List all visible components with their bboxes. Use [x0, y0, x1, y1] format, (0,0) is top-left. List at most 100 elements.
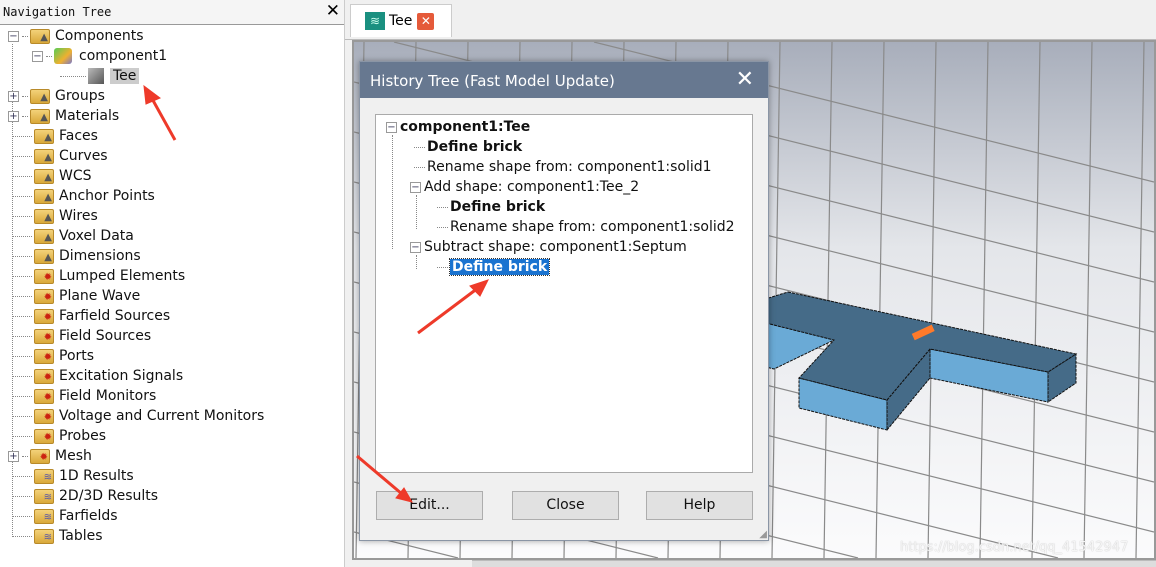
- nav-item-label: component1: [79, 48, 168, 64]
- bottom-scrollbar[interactable]: [472, 560, 1156, 567]
- nav-item-anchor-points[interactable]: ▲ Anchor Points: [8, 186, 155, 206]
- nav-item-label: 2D/3D Results: [59, 488, 159, 504]
- history-item[interactable]: Rename shape from: component1:solid2: [433, 217, 735, 237]
- history-item-label: Subtract shape: component1:Septum: [424, 239, 687, 255]
- nav-item-label: 1D Results: [59, 468, 134, 484]
- navigation-tree-panel: Navigation Tree ✕ − ▲ Components − component…: [0, 0, 345, 567]
- resize-grip-icon[interactable]: ◢: [759, 529, 767, 540]
- nav-item-2d-3d-results[interactable]: ≋ 2D/3D Results: [8, 486, 158, 506]
- nav-item-ports[interactable]: ✹ Ports: [8, 346, 94, 366]
- folder-gear-icon: ✹: [34, 368, 54, 384]
- dialog-titlebar: History Tree (Fast Model Update) ✕: [360, 62, 768, 98]
- nav-item-dimensions[interactable]: ▲ Dimensions: [8, 246, 141, 266]
- expand-toggle[interactable]: +: [8, 90, 19, 102]
- grid-line: [1031, 42, 1041, 558]
- nav-item-materials[interactable]: + ▲ Materials: [8, 106, 119, 126]
- history-item[interactable]: − component1:Tee: [386, 117, 530, 137]
- expand-toggle[interactable]: +: [8, 450, 19, 462]
- nav-item-label: Groups: [55, 88, 105, 104]
- tab-label: Tee: [389, 13, 413, 29]
- component-icon: [54, 48, 72, 64]
- wave-icon: ≋: [365, 12, 385, 30]
- nav-item-label: Voltage and Current Monitors: [59, 408, 265, 424]
- folder-gear-icon: ✹: [34, 428, 54, 444]
- nav-item-label: Probes: [59, 428, 107, 444]
- nav-item-label: Field Monitors: [59, 388, 157, 404]
- folder-cone-icon: ▲: [30, 28, 50, 44]
- history-item-label: Rename shape from: component1:solid2: [450, 219, 735, 235]
- nav-item-plane-wave[interactable]: ✹ Plane Wave: [8, 286, 140, 306]
- history-item-label: Define brick: [450, 199, 546, 215]
- nav-item-label: Tables: [59, 528, 103, 544]
- grid-line: [927, 42, 937, 558]
- history-item-label: Add shape: component1:Tee_2: [424, 179, 640, 195]
- close-icon[interactable]: ✕: [326, 1, 340, 21]
- navigation-tree-header: Navigation Tree ✕: [0, 0, 344, 25]
- collapse-toggle[interactable]: −: [8, 30, 19, 42]
- history-item[interactable]: − Add shape: component1:Tee_2: [410, 177, 639, 197]
- nav-item-label: Voxel Data: [59, 228, 134, 244]
- nav-item-groups[interactable]: + ▲ Groups: [8, 86, 105, 106]
- history-item[interactable]: Define brick: [410, 137, 522, 157]
- nav-item-tables[interactable]: ≋ Tables: [8, 526, 103, 546]
- close-icon[interactable]: ✕: [736, 67, 754, 92]
- nav-item-label: Anchor Points: [59, 188, 155, 204]
- nav-item-voxel-data[interactable]: ▲ Voxel Data: [8, 226, 134, 246]
- history-item[interactable]: − Subtract shape: component1:Septum: [410, 237, 687, 257]
- folder-gear-icon: ✹: [30, 448, 50, 464]
- folder-cone-icon: ▲: [34, 208, 54, 224]
- close-icon[interactable]: ✕: [417, 12, 435, 30]
- history-item[interactable]: Rename shape from: component1:solid1: [410, 157, 712, 177]
- nav-item-label: Faces: [59, 128, 98, 144]
- collapse-toggle[interactable]: −: [410, 181, 421, 193]
- nav-item-component1[interactable]: − component1: [32, 46, 167, 66]
- nav-item-lumped-elements[interactable]: ✹ Lumped Elements: [8, 266, 185, 286]
- nav-item-wcs[interactable]: ▲ WCS: [8, 166, 92, 186]
- folder-gear-icon: ✹: [34, 408, 54, 424]
- history-item-label: Rename shape from: component1:solid1: [427, 159, 712, 175]
- folder-wave-icon: ≋: [34, 468, 54, 484]
- close-button[interactable]: Close: [512, 491, 619, 520]
- expand-toggle[interactable]: +: [8, 110, 19, 122]
- history-tree: − component1:Tee Define brick Rename shape …: [375, 114, 753, 473]
- nav-item-faces[interactable]: ▲ Faces: [8, 126, 98, 146]
- nav-item-excitation-signals[interactable]: ✹ Excitation Signals: [8, 366, 183, 386]
- nav-item-label: Dimensions: [59, 248, 141, 264]
- folder-wave-icon: ≋: [34, 508, 54, 524]
- nav-item-label: Field Sources: [59, 328, 152, 344]
- nav-item-curves[interactable]: ▲ Curves: [8, 146, 108, 166]
- nav-item-1d-results[interactable]: ≋ 1D Results: [8, 466, 134, 486]
- collapse-toggle[interactable]: −: [386, 121, 397, 133]
- nav-item-components[interactable]: − ▲ Components: [8, 26, 144, 46]
- nav-item-farfields[interactable]: ≋ Farfields: [8, 506, 118, 526]
- nav-item-wires[interactable]: ▲ Wires: [8, 206, 98, 226]
- nav-item-tee[interactable]: Tee: [60, 66, 140, 86]
- history-item[interactable]: Define brick: [433, 197, 545, 217]
- folder-gear-icon: ✹: [34, 388, 54, 404]
- nav-item-farfield-sources[interactable]: ✹ Farfield Sources: [8, 306, 170, 326]
- grid-line: [1083, 42, 1093, 558]
- solid-shape-icon: [88, 68, 104, 84]
- history-item[interactable]: Define brick: [433, 257, 551, 277]
- dialog-title: History Tree (Fast Model Update): [370, 72, 615, 90]
- folder-cone-icon: ▲: [34, 228, 54, 244]
- collapse-toggle[interactable]: −: [410, 241, 421, 253]
- nav-item-field-monitors[interactable]: ✹ Field Monitors: [8, 386, 156, 406]
- tab-bar: ≋ Tee ✕: [345, 0, 1156, 40]
- nav-item-label: Excitation Signals: [59, 368, 184, 384]
- nav-item-probes[interactable]: ✹ Probes: [8, 426, 106, 446]
- tab-tee[interactable]: ≋ Tee ✕: [350, 4, 452, 37]
- help-button[interactable]: Help: [646, 491, 753, 520]
- folder-gear-icon: ✹: [34, 308, 54, 324]
- nav-item-field-sources[interactable]: ✹ Field Sources: [8, 326, 151, 346]
- folder-cone-icon: ▲: [34, 248, 54, 264]
- nav-item-label: Farfield Sources: [59, 308, 171, 324]
- collapse-toggle[interactable]: −: [32, 50, 43, 62]
- nav-item-label: Curves: [59, 148, 108, 164]
- nav-item-voltage-and-current-monitors[interactable]: ✹ Voltage and Current Monitors: [8, 406, 264, 426]
- nav-item-label: Lumped Elements: [59, 268, 186, 284]
- nav-item-mesh[interactable]: + ✹ Mesh: [8, 446, 92, 466]
- grid-line: [1135, 42, 1145, 558]
- edit-button[interactable]: Edit...: [376, 491, 483, 520]
- nav-item-label: Plane Wave: [59, 288, 141, 304]
